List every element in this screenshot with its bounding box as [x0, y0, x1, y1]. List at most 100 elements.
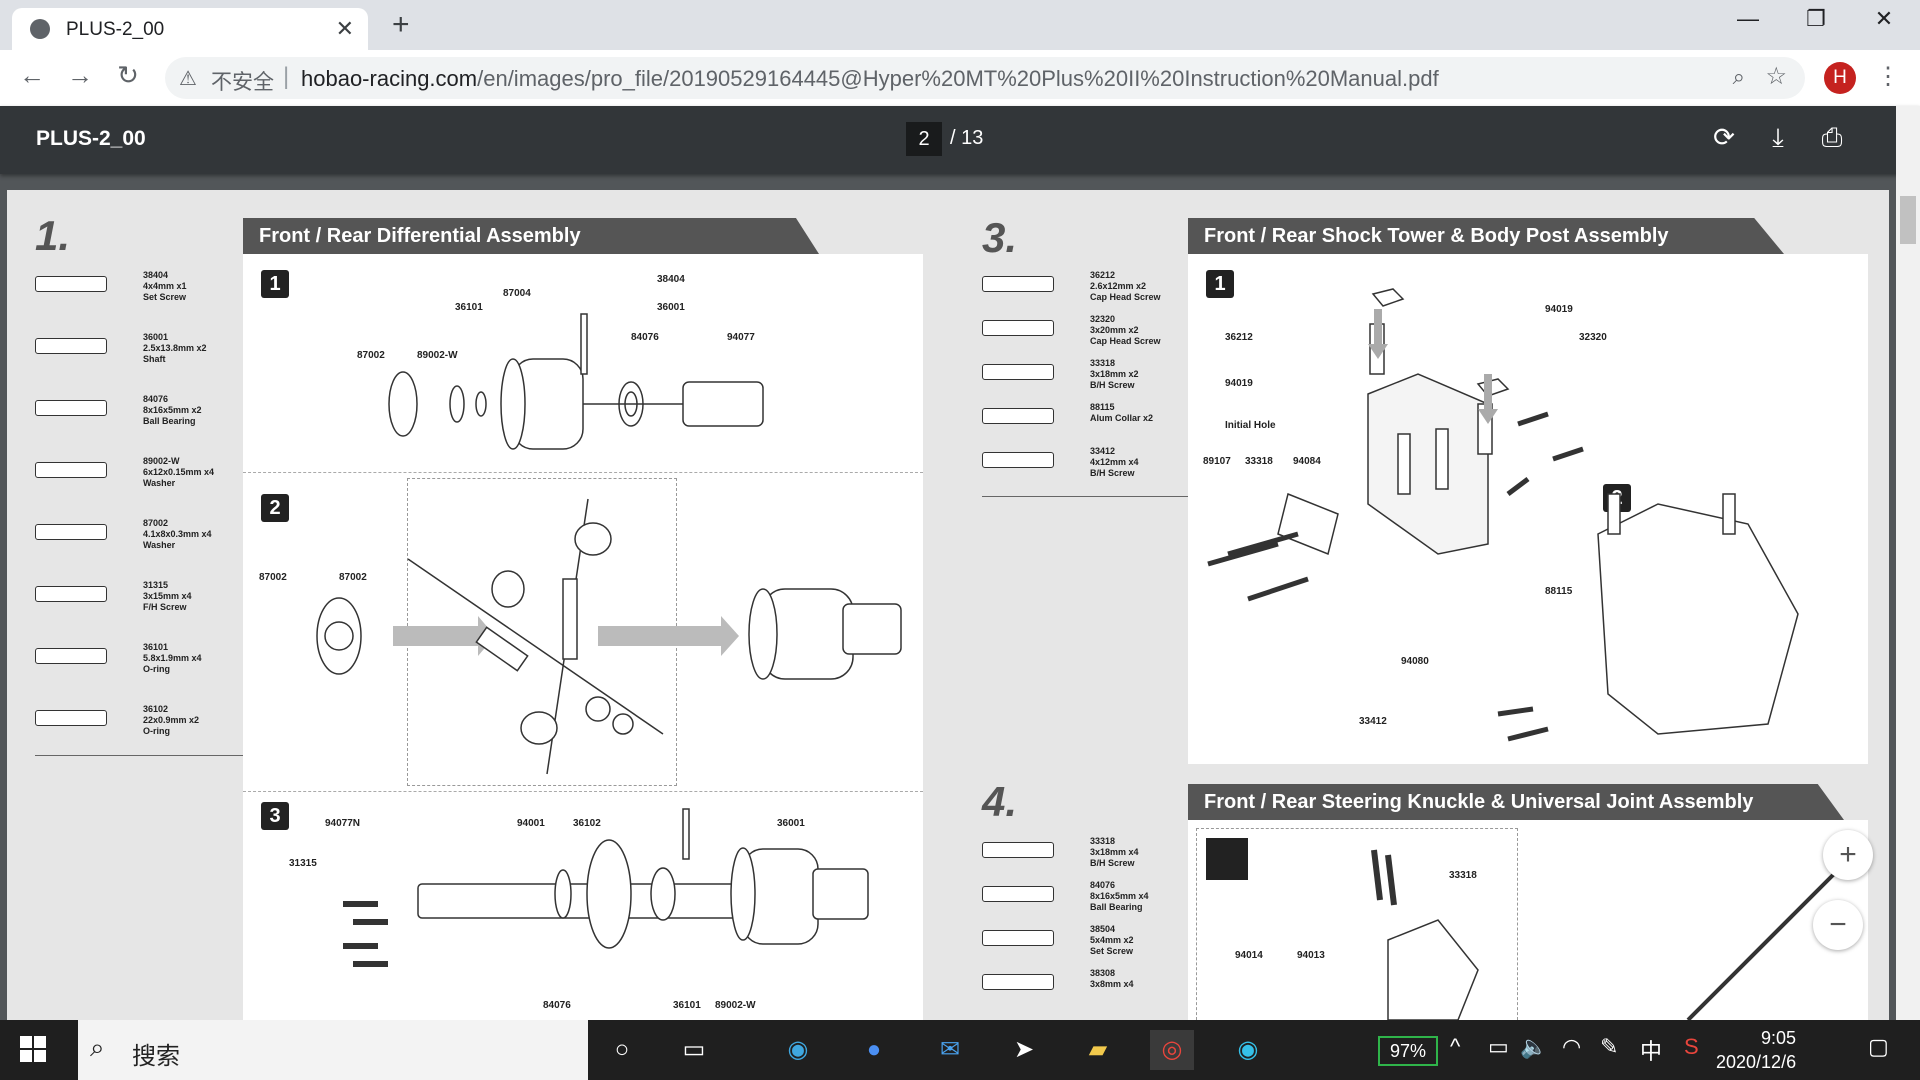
callout-label: 94080 — [1401, 656, 1429, 667]
battery-status[interactable]: 97% — [1378, 1036, 1438, 1066]
back-icon[interactable]: ← — [14, 60, 50, 91]
rotate-icon[interactable]: ⟳ — [1707, 122, 1741, 153]
address-bar[interactable]: ⚠ 不安全 | hobao-racing.com/en/images/pro_f… — [165, 57, 1805, 99]
url-text[interactable]: hobao-racing.com/en/images/pro_file/2019… — [301, 66, 1439, 92]
callout-label: 89002-W — [417, 350, 458, 361]
part-code: 32320 — [1090, 314, 1116, 324]
url-host: hobao-racing.com — [301, 66, 478, 91]
download-icon[interactable]: ⤓ — [1761, 122, 1795, 154]
part-icon — [35, 586, 107, 602]
print-icon[interactable]: ⎙ — [1815, 122, 1849, 154]
part-icon — [982, 886, 1054, 902]
url-path: /en/images/pro_file/20190529164445@Hyper… — [477, 66, 1439, 91]
part-name: Washer — [143, 540, 176, 550]
zoom-out-button[interactable]: − — [1813, 900, 1863, 950]
window-close-icon[interactable]: ✕ — [1864, 6, 1904, 32]
section-banner: Front / Rear Differential Assembly — [243, 218, 819, 254]
part-name: B/H Screw — [1090, 380, 1135, 390]
part-label: 31315 3x15mm x4 F/H Screw — [143, 580, 192, 613]
task-view-icon[interactable]: ▭ — [672, 1030, 716, 1070]
part-name: Cap Head Screw — [1090, 336, 1161, 346]
new-tab-icon[interactable]: + — [392, 8, 410, 42]
pen-icon[interactable]: ✎ — [1600, 1034, 1618, 1060]
bookmark-star-icon[interactable]: ☆ — [1765, 62, 1787, 91]
battery-icon[interactable]: ▭ — [1488, 1034, 1509, 1060]
callout-label: 31315 — [289, 858, 317, 869]
part-name: Ball Bearing — [1090, 902, 1143, 912]
part-icon — [982, 276, 1054, 292]
part-code: 36001 — [143, 332, 169, 342]
ime-indicator[interactable]: 中 — [1640, 1034, 1662, 1066]
notification-icon[interactable]: ▢ — [1868, 1034, 1889, 1060]
clock[interactable]: 9:05 2020/12/6 — [1716, 1026, 1796, 1074]
windows-start-icon[interactable] — [20, 1036, 46, 1062]
file-explorer-icon[interactable]: ▰ — [1076, 1030, 1120, 1070]
section-number: 1. — [35, 212, 71, 259]
callout-label: 89107 — [1203, 456, 1231, 467]
chevron-up-icon[interactable]: ^ — [1450, 1034, 1460, 1060]
sogou-icon[interactable]: S — [1684, 1034, 1699, 1060]
mail-icon[interactable]: ✉ — [928, 1030, 972, 1070]
part-size: 3x18mm x4 — [1090, 847, 1139, 857]
part-icon — [35, 400, 107, 416]
part-name: B/H Screw — [1090, 468, 1135, 478]
zoom-in-button[interactable]: + — [1823, 830, 1873, 880]
part-label: 36001 2.5x13.8mm x2 Shaft — [143, 332, 207, 365]
callout-label: 94077 — [727, 332, 755, 343]
app-l-icon[interactable]: ● — [852, 1030, 896, 1070]
part-label: 33318 3x18mm x4 B/H Screw — [1090, 836, 1139, 869]
volume-icon[interactable]: 🔈 — [1520, 1034, 1547, 1060]
callout-label: 33318 — [1449, 870, 1477, 881]
part-icon — [982, 408, 1054, 424]
callout-label: 89002-W — [715, 1000, 756, 1011]
callout-label: 94013 — [1297, 950, 1325, 961]
edge-dev-icon[interactable]: ◉ — [1226, 1030, 1270, 1070]
cortana-icon[interactable]: ○ — [600, 1030, 644, 1070]
part-code: 84076 — [1090, 880, 1116, 890]
zoom-icon[interactable]: ⌕ — [1733, 64, 1745, 90]
part-icon — [982, 842, 1054, 858]
scrollbar-thumb[interactable] — [1900, 196, 1916, 244]
page-number-input[interactable]: 2 — [906, 122, 942, 156]
part-code: 36212 — [1090, 270, 1116, 280]
tab-pdf[interactable]: PLUS-2_00 ✕ — [12, 8, 368, 50]
part-label: 84076 8x16x5mm x2 Ball Bearing — [143, 394, 202, 427]
edge-icon[interactable]: ◉ — [776, 1030, 820, 1070]
part-label: 89002-W 6x12x0.15mm x4 Washer — [143, 456, 214, 489]
forward-icon[interactable]: → — [62, 60, 98, 91]
minimize-icon[interactable]: — — [1728, 6, 1768, 32]
maximize-icon[interactable]: ❐ — [1796, 6, 1836, 32]
reload-icon[interactable]: ↻ — [110, 60, 146, 91]
part-code: 84076 — [143, 394, 169, 404]
pdf-title: PLUS-2_00 — [36, 127, 146, 150]
part-icon — [982, 364, 1054, 380]
security-label[interactable]: 不安全 — [211, 66, 274, 96]
callout-label: 87002 — [339, 572, 367, 583]
part-code: 88115 — [1090, 402, 1115, 412]
part-label: 38308 3x8mm x4 — [1090, 968, 1134, 990]
avatar[interactable]: H — [1824, 62, 1856, 94]
callout-label: 36101 — [673, 1000, 701, 1011]
part-size: 8x16x5mm x2 — [143, 405, 202, 415]
part-code: 38404 — [143, 270, 169, 280]
part-code: 36102 — [143, 704, 169, 714]
taskbar-search[interactable]: ⌕ 搜索 — [78, 1020, 588, 1080]
callout-label: 84076 — [631, 332, 659, 343]
part-name: Ball Bearing — [143, 416, 196, 426]
chrome-icon[interactable]: ◎ — [1150, 1030, 1194, 1070]
more-menu-icon[interactable]: ⋮ — [1876, 62, 1900, 91]
callout-label: 94019 — [1225, 378, 1253, 389]
time: 9:05 — [1760, 1028, 1796, 1048]
wifi-icon[interactable]: ◠ — [1562, 1034, 1581, 1060]
shock-tower-panel: 1 2 — [1188, 254, 1868, 764]
part-size: 22x0.9mm x2 — [143, 715, 200, 725]
app-icon[interactable]: ➤ — [1002, 1030, 1046, 1070]
callout-label: 94019 — [1545, 304, 1573, 315]
part-code: 87002 — [143, 518, 169, 528]
scrollbar[interactable] — [1896, 106, 1920, 1020]
knuckle-panel — [1188, 820, 1868, 1020]
part-size: 2.6x12mm x2 — [1090, 281, 1147, 291]
callout-label: Initial Hole — [1225, 420, 1276, 431]
part-label: 36102 22x0.9mm x2 O-ring — [143, 704, 199, 737]
tab-close-icon[interactable]: ✕ — [336, 16, 354, 42]
